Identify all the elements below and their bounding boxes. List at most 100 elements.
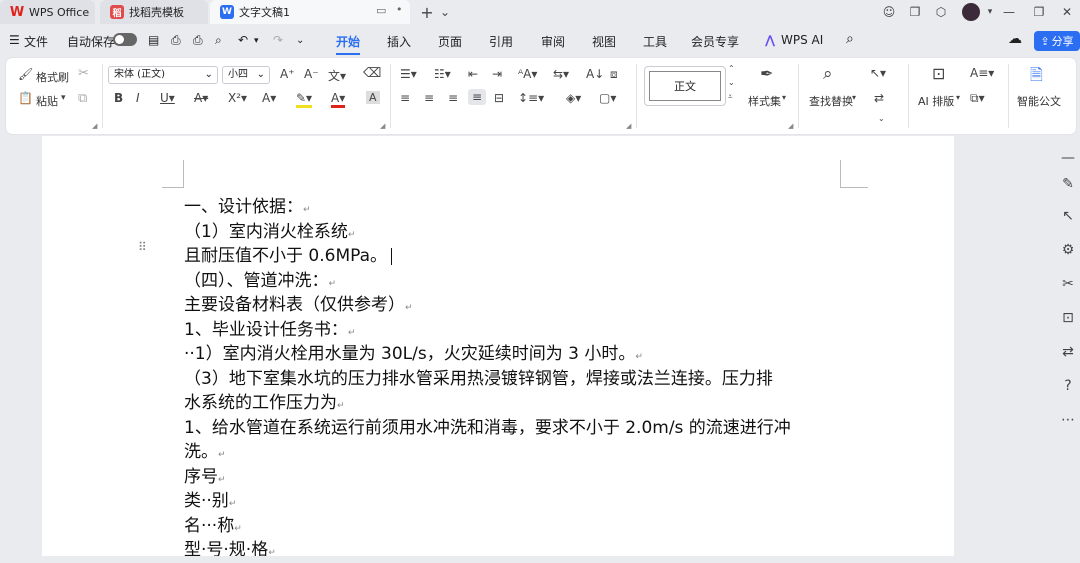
tab-insert[interactable]: 插入 [387, 33, 411, 50]
more-dropdown-icon[interactable]: ⌄ [296, 35, 304, 46]
format-painter-button[interactable]: 格式刷 [36, 69, 69, 85]
convert-icon[interactable]: ⇄ [874, 91, 884, 105]
text-layout-icon[interactable]: A≡▾ [970, 66, 994, 80]
undo-icon[interactable]: ↶ [238, 33, 248, 47]
cube-icon[interactable]: ⬡ [932, 3, 950, 21]
phonetic-icon[interactable]: 文▾ [328, 67, 346, 84]
text-effect-icon[interactable]: A▾ [262, 91, 276, 105]
chevron-down-icon[interactable]: ▾ [852, 93, 856, 102]
share-button[interactable]: ⇪ 分享 [1034, 31, 1080, 51]
maximize-icon[interactable]: ❐ [1030, 3, 1048, 21]
settings-icon[interactable]: ⚙ [1058, 242, 1078, 258]
chevron-down-icon[interactable]: ⌄ [878, 114, 885, 123]
document-page[interactable]: ⠿ 一、设计依据：↵ （1）室内消火栓系统↵ 且耐压值不小于 0.6MPa。 （… [42, 136, 954, 556]
highlight-icon[interactable]: ✎▾ [296, 91, 313, 108]
increase-indent-icon[interactable]: ⇥ [492, 67, 502, 81]
paragraph[interactable]: （四）、管道冲洗：↵ [184, 266, 336, 291]
select-icon[interactable]: ↖ [1058, 208, 1078, 224]
edit-icon[interactable]: ✎ [1058, 176, 1078, 192]
bold-icon[interactable]: B [114, 91, 123, 105]
ai-layout-button[interactable]: AI 排版 [918, 93, 954, 109]
font-name-select[interactable]: 宋体 (正文) ⌄ [108, 66, 218, 84]
italic-icon[interactable]: I [136, 91, 140, 105]
tab-document[interactable]: W 文字文稿1 ▭ • [210, 0, 410, 24]
tab-menu-icon[interactable]: ⌄ [436, 3, 454, 21]
find-replace-button[interactable]: 查找替换 [809, 93, 853, 109]
numbered-list-icon[interactable]: ☷▾ [434, 67, 451, 81]
undo-dropdown-icon[interactable]: ▾ [254, 36, 259, 46]
cloud-sync-icon[interactable]: ☁ [1008, 31, 1022, 47]
avatar[interactable] [962, 3, 980, 21]
paragraph[interactable]: 洗。↵ [184, 437, 226, 462]
char-shading-icon[interactable]: A [366, 91, 380, 104]
borders-icon[interactable]: ▢▾ [599, 91, 616, 105]
align-left-icon[interactable]: ≡ [400, 91, 410, 105]
preview-icon[interactable]: ⌕ [215, 33, 222, 48]
superscript-icon[interactable]: X²▾ [228, 91, 247, 105]
paragraph[interactable]: 1、毕业设计任务书：↵ [184, 315, 355, 340]
tab-wps-office[interactable]: W WPS Office [0, 0, 95, 24]
paragraph[interactable]: 且耐压值不小于 0.6MPa。 [184, 241, 393, 266]
print-icon[interactable]: ⎙ [193, 33, 203, 48]
tab-wps-ai[interactable]: WPS AI [781, 33, 823, 47]
export-icon[interactable]: ⎙ [171, 33, 181, 48]
distribute-icon[interactable]: ⊟ [494, 91, 504, 105]
close-icon[interactable]: ✕ [1058, 3, 1076, 21]
dialog-launcher-icon[interactable]: ◢ [380, 122, 385, 130]
style-gallery-normal[interactable]: 正文 [644, 66, 726, 106]
paragraph[interactable]: 主要设备材料表（仅供参考）↵ [184, 290, 413, 315]
paste-dropdown-icon[interactable]: ▾ [61, 93, 66, 103]
tab-docer-templates[interactable]: 稻 找稻壳模板 [100, 0, 208, 24]
paragraph[interactable]: 水系统的工作压力为↵ [184, 388, 345, 413]
increase-font-icon[interactable]: A⁺ [280, 67, 295, 81]
align-right-icon[interactable]: ≡ [448, 91, 458, 105]
justify-icon[interactable]: ≡ [468, 89, 487, 105]
underline-icon[interactable]: U▾ [160, 91, 175, 105]
paragraph[interactable]: 1、给水管道在系统运行前须用水冲洗和消毒，要求不小于 2.0m/s 的流速进行冲 [184, 413, 791, 438]
tab-page[interactable]: 页面 [438, 33, 462, 50]
shading-icon[interactable]: ◈▾ [566, 91, 581, 105]
bullet-list-icon[interactable]: ☰▾ [400, 67, 417, 81]
font-size-select[interactable]: 小四 ⌄ [222, 66, 270, 84]
paragraph[interactable]: （1）室内消火栓系统↵ [184, 217, 355, 242]
minimize-icon[interactable]: — [1000, 3, 1018, 21]
image-icon[interactable]: ⊡ [1058, 310, 1078, 326]
chevron-down-icon[interactable]: ▾ [782, 93, 786, 102]
align-center-icon[interactable]: ≡ [424, 91, 434, 105]
paragraph[interactable]: ··1）室内消火栓用水量为 30L/s，火灾延续时间为 3 小时。↵ [184, 339, 643, 364]
translate-icon[interactable]: ⇄ [1058, 344, 1078, 360]
paragraph[interactable]: 名···称↵ [184, 511, 242, 536]
tab-home[interactable]: 开始 [336, 33, 361, 55]
style-scroll-up-icon[interactable]: ⌃ [728, 64, 735, 73]
chevron-down-icon[interactable]: ▾ [981, 3, 999, 21]
hamburger-icon[interactable]: ☰ [9, 33, 20, 47]
clear-format-icon[interactable]: ⌫ [363, 66, 381, 81]
drag-handle-icon[interactable]: ⠿ [138, 240, 147, 254]
save-icon[interactable]: ▤ [148, 33, 159, 47]
more-icon[interactable]: ⋯ [1058, 412, 1078, 428]
smart-doc-button[interactable]: 智能公文 [1017, 93, 1061, 109]
tab-review[interactable]: 审阅 [541, 33, 565, 50]
cut-icon[interactable]: ✂ [78, 66, 89, 81]
autosave-toggle[interactable] [113, 33, 137, 46]
dialog-launcher-icon[interactable]: ◢ [92, 122, 97, 130]
paste-button[interactable]: 粘贴 [36, 93, 58, 109]
font-color-icon[interactable]: A▾ [331, 91, 346, 108]
select-icon[interactable]: ↖▾ [870, 66, 886, 80]
tab-view[interactable]: 视图 [592, 33, 616, 50]
line-spacing-icon[interactable]: ↕≡▾ [518, 91, 544, 105]
tab-member[interactable]: 会员专享 [691, 33, 739, 50]
tab-tools[interactable]: 工具 [643, 33, 667, 50]
redo-icon[interactable]: ↷ [273, 33, 283, 47]
show-marks-icon[interactable]: ⧈ [610, 67, 618, 82]
decrease-font-icon[interactable]: A⁻ [304, 67, 319, 81]
sort-icon[interactable]: A↓ [586, 67, 604, 81]
menu-file[interactable]: 文件 [24, 33, 48, 50]
paragraph[interactable]: 一、设计依据：↵ [184, 192, 311, 217]
collapse-icon[interactable]: — [1058, 150, 1078, 166]
shapes-icon[interactable]: ⧉▾ [970, 91, 985, 106]
style-set-button[interactable]: 样式集 [748, 93, 781, 109]
decrease-indent-icon[interactable]: ⇤ [468, 67, 478, 81]
dialog-launcher-icon[interactable]: ◢ [626, 122, 631, 130]
style-expand-icon[interactable]: ⩡ [728, 92, 733, 102]
